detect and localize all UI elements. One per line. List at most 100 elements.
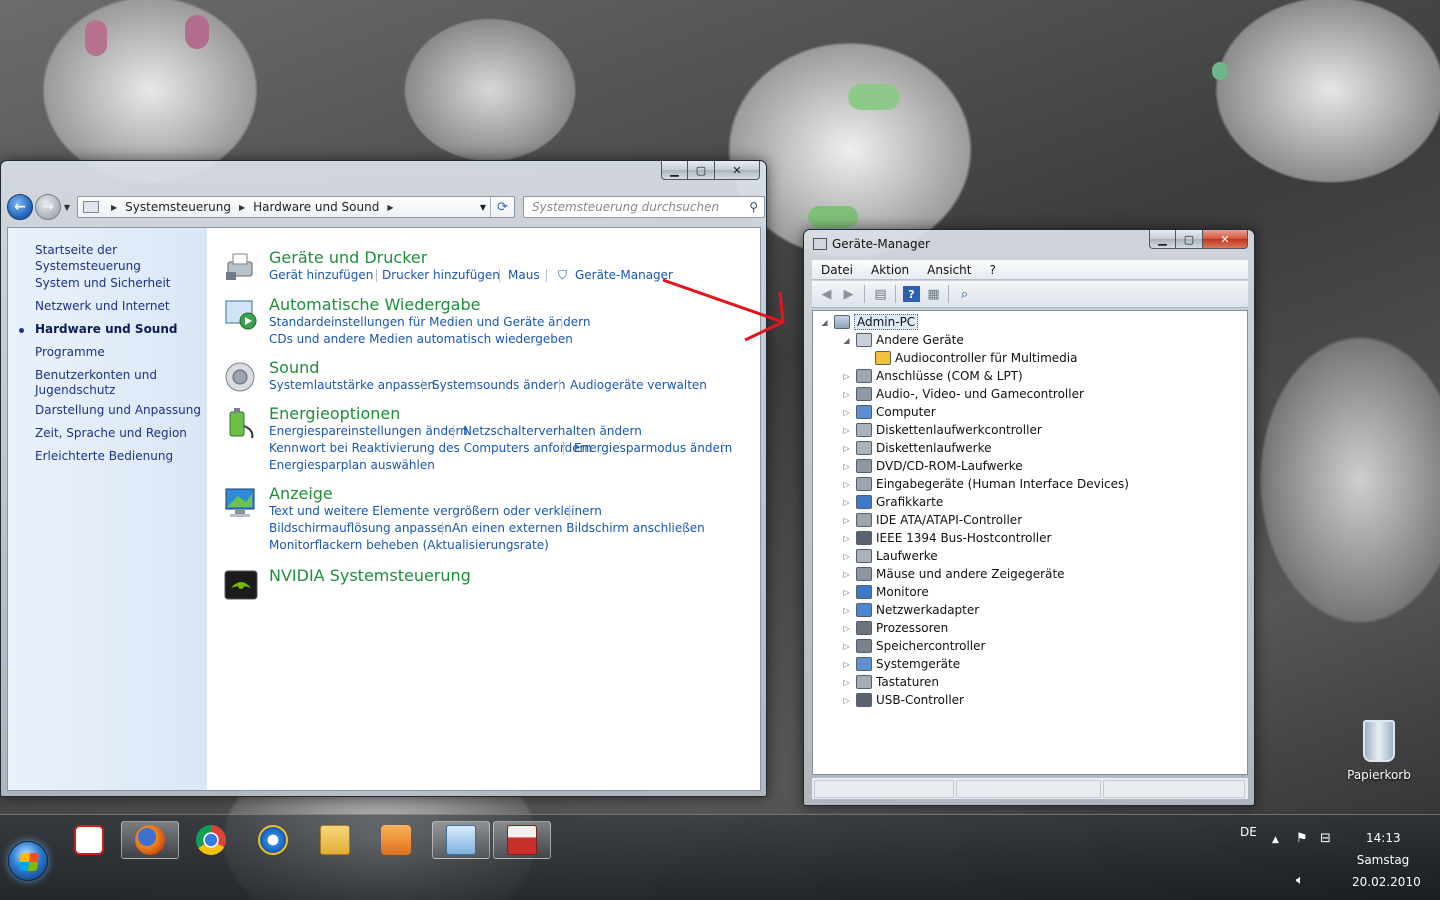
expand-icon[interactable]: ▷ [841, 660, 852, 669]
taskbar-device-manager[interactable] [493, 821, 551, 859]
sidebar-item-user-accounts-line2[interactable]: Jugendschutz [35, 382, 115, 398]
taskbar-firefox[interactable] [121, 821, 179, 859]
tree-node-label[interactable]: USB-Controller [876, 693, 964, 707]
collapse-icon[interactable]: ◢ [819, 318, 830, 327]
forward-button[interactable]: → [35, 194, 61, 220]
start-button[interactable] [8, 841, 48, 881]
category-title[interactable]: Sound [269, 358, 319, 377]
tree-node-label[interactable]: Speichercontroller [876, 639, 985, 653]
tree-node-label[interactable]: Diskettenlaufwerke [876, 441, 991, 455]
category-title[interactable]: Anzeige [269, 484, 333, 503]
refresh-icon[interactable]: ⟳ [490, 197, 514, 217]
tree-category[interactable]: ▷ Monitore [841, 583, 929, 601]
tree-node-label[interactable]: Anschlüsse (COM & LPT) [876, 369, 1023, 383]
link-mouse[interactable]: Maus [508, 268, 540, 282]
tree-category[interactable]: ▷ Mäuse und andere Zeigegeräte [841, 565, 1065, 583]
back-button[interactable]: ← [7, 194, 33, 220]
tree-node-label[interactable]: IEEE 1394 Bus-Hostcontroller [876, 531, 1051, 545]
help-icon[interactable]: ? [903, 286, 920, 302]
tree-node-label[interactable]: Mäuse und andere Zeigegeräte [876, 567, 1065, 581]
link-autoplay-cds[interactable]: CDs und andere Medien automatisch wieder… [269, 332, 573, 346]
tree-category[interactable]: ◢ Andere Geräte [841, 331, 964, 349]
expand-icon[interactable]: ▷ [841, 426, 852, 435]
expand-icon[interactable]: ▷ [841, 516, 852, 525]
tree-category[interactable]: ▷ Systemgeräte [841, 655, 960, 673]
link-audio-devices[interactable]: Audiogeräte verwalten [570, 378, 707, 392]
expand-icon[interactable]: ▷ [841, 624, 852, 633]
sidebar-item-system-security[interactable]: System und Sicherheit [35, 275, 171, 291]
tree-category[interactable]: ▷ Anschlüsse (COM & LPT) [841, 367, 1023, 385]
tree-node-label[interactable]: Andere Geräte [876, 333, 964, 347]
tree-root[interactable]: ◢ Admin-PC [819, 313, 919, 331]
sidebar-item-network[interactable]: Netzwerk und Internet [35, 298, 170, 314]
expand-icon[interactable]: ▷ [841, 642, 852, 651]
breadcrumb-item[interactable]: Systemsteuerung [125, 200, 231, 214]
close-button[interactable]: ✕ [1203, 230, 1248, 249]
network-icon[interactable]: ⊟ [1320, 831, 1331, 846]
expand-icon[interactable]: ▷ [841, 534, 852, 543]
expand-icon[interactable]: ▷ [841, 588, 852, 597]
sidebar-item-programs[interactable]: Programme [35, 344, 105, 360]
close-button[interactable]: ✕ [715, 161, 760, 180]
link-sleep-mode[interactable]: Energiesparmodus ändern [574, 441, 732, 455]
tree-node-label[interactable]: Diskettenlaufwerkcontroller [876, 423, 1042, 437]
breadcrumb-item[interactable]: Hardware und Sound [253, 200, 379, 214]
menu-file[interactable]: Datei [812, 263, 862, 277]
tree-category[interactable]: ▷ IDE ATA/ATAPI-Controller [841, 511, 1022, 529]
search-icon[interactable]: ⚲ [749, 200, 758, 214]
expand-icon[interactable]: ▷ [841, 480, 852, 489]
link-system-volume[interactable]: Systemlautstärke anpassen [269, 378, 435, 392]
tree-node-label[interactable]: Systemgeräte [876, 657, 960, 671]
tree-node-label[interactable]: IDE ATA/ATAPI-Controller [876, 513, 1022, 527]
tree-node-label[interactable]: Laufwerke [876, 549, 938, 563]
tree-node-label[interactable]: Audiocontroller für Multimedia [895, 351, 1077, 365]
link-wake-password[interactable]: Kennwort bei Reaktivierung des Computers… [269, 441, 592, 455]
link-power-settings[interactable]: Energiespareinstellungen ändern [269, 424, 468, 438]
tree-node-label[interactable]: DVD/CD-ROM-Laufwerke [876, 459, 1023, 473]
properties-icon[interactable]: ▦ [925, 286, 942, 302]
expand-icon[interactable]: ▷ [841, 372, 852, 381]
expand-icon[interactable]: ▷ [841, 390, 852, 399]
minimize-button[interactable]: ▁ [1149, 230, 1176, 249]
clock-time[interactable]: 14:13 [1366, 831, 1401, 845]
taskbar-chrome[interactable] [182, 821, 240, 859]
expand-icon[interactable]: ▷ [841, 678, 852, 687]
search-input[interactable]: Systemsteuerung durchsuchen ⚲ [523, 196, 765, 218]
category-title[interactable]: Energieoptionen [269, 404, 400, 423]
link-power-button[interactable]: Netzschalterverhalten ändern [463, 424, 642, 438]
sidebar-item-appearance[interactable]: Darstellung und Anpassung [35, 402, 201, 418]
tree-category[interactable]: ▷ Speichercontroller [841, 637, 985, 655]
expand-icon[interactable]: ▷ [841, 570, 852, 579]
tree-node-label[interactable]: Tastaturen [876, 675, 939, 689]
expand-icon[interactable]: ▷ [841, 552, 852, 561]
tree-node-label[interactable]: Audio-, Video- und Gamecontroller [876, 387, 1084, 401]
tree-category[interactable]: ▷ Diskettenlaufwerkcontroller [841, 421, 1042, 439]
tree-category[interactable]: ▷ Diskettenlaufwerke [841, 439, 991, 457]
link-power-plan[interactable]: Energiesparplan auswählen [269, 458, 435, 472]
tree-category[interactable]: ▷ IEEE 1394 Bus-Hostcontroller [841, 529, 1051, 547]
category-title[interactable]: Geräte und Drucker [269, 248, 427, 267]
link-refresh-rate[interactable]: Monitorflackern beheben (Aktualisierungs… [269, 538, 549, 552]
clock-day[interactable]: Samstag [1356, 853, 1410, 867]
breadcrumb-chevron-icon[interactable]: ▶ [239, 203, 245, 212]
tree-category[interactable]: ▷ Laufwerke [841, 547, 938, 565]
sidebar-item-clock-region[interactable]: Zeit, Sprache und Region [35, 425, 187, 441]
taskbar-kaspersky[interactable] [60, 821, 118, 859]
link-add-device[interactable]: Gerät hinzufügen [269, 268, 373, 282]
taskbar-internet-explorer[interactable] [244, 821, 302, 859]
sidebar-home-link[interactable]: Startseite der Systemsteuerung [35, 242, 207, 274]
sidebar-item-ease-of-access[interactable]: Erleichterte Bedienung [35, 448, 173, 464]
tree-node-label[interactable]: Netzwerkadapter [876, 603, 979, 617]
tree-category[interactable]: ▷ Prozessoren [841, 619, 948, 637]
tree-category[interactable]: ▷ Audio-, Video- und Gamecontroller [841, 385, 1084, 403]
tree-node-label[interactable]: Prozessoren [876, 621, 948, 635]
tree-node-label[interactable]: Grafikkarte [876, 495, 943, 509]
taskbar-explorer[interactable] [306, 821, 364, 859]
back-arrow-icon[interactable]: ◀ [818, 286, 835, 302]
tree-root-label[interactable]: Admin-PC [854, 314, 919, 330]
tree-node-label[interactable]: Computer [876, 405, 936, 419]
expand-icon[interactable]: ▷ [841, 408, 852, 417]
maximize-button[interactable]: ▢ [1176, 230, 1203, 249]
address-bar[interactable]: ▶ Systemsteuerung ▶ Hardware und Sound ▶… [77, 196, 515, 218]
expand-icon[interactable]: ▷ [841, 462, 852, 471]
